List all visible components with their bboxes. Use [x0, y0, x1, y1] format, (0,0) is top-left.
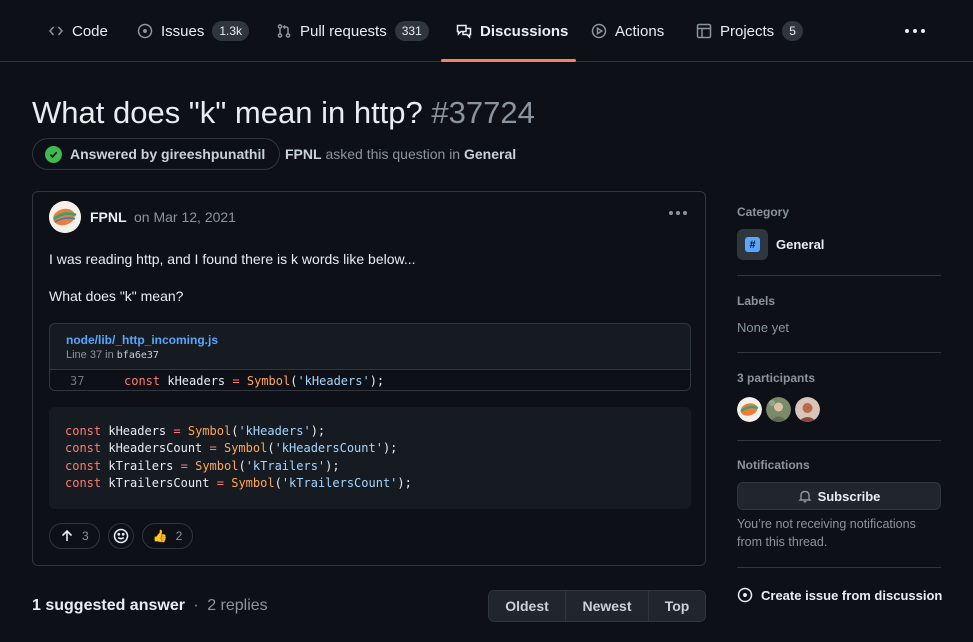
divider	[737, 275, 941, 276]
discussion-post: FPNL on Mar 12, 2021 I was reading http,…	[32, 191, 706, 566]
tab-label: Issues	[161, 22, 205, 40]
code-line: const kHeaders = Symbol('kHeaders');	[65, 424, 326, 438]
participants-heading: 3 participants	[737, 371, 816, 385]
answered-badge[interactable]: Answered by gireeshpunathil	[32, 138, 281, 170]
active-tab-underline	[441, 59, 576, 62]
avatar[interactable]	[766, 397, 791, 422]
participants-list	[737, 397, 820, 422]
tab-discussions[interactable]: Discussions	[456, 0, 568, 62]
suggested-answer-count: 1 suggested answer	[32, 597, 185, 614]
category-name[interactable]: General	[776, 237, 824, 252]
check-circle-icon	[45, 145, 62, 163]
subscribe-label: Subscribe	[817, 488, 881, 504]
asked-line: FPNL asked this question in General	[285, 146, 516, 162]
asker-link[interactable]: FPNL	[285, 146, 322, 162]
pull-requests-count: 331	[394, 21, 429, 41]
create-issue-link[interactable]: Create issue from discussion	[737, 587, 942, 603]
post-paragraph: I was reading http, and I found there is…	[49, 251, 416, 267]
category-link[interactable]: General	[464, 146, 516, 162]
sort-top-button[interactable]: Top	[649, 591, 705, 621]
notifications-heading: Notifications	[737, 458, 810, 472]
reactions-bar: 3 👍 2	[49, 523, 194, 549]
category-emoji-icon: #	[737, 229, 768, 260]
post-date[interactable]: on Mar 12, 2021	[134, 209, 236, 225]
play-icon	[591, 23, 607, 39]
projects-count: 5	[782, 21, 803, 41]
post-author[interactable]: FPNL	[90, 209, 127, 225]
sort-segmented-control: Oldest Newest Top	[488, 590, 706, 622]
snippet-file-link[interactable]: node/lib/_http_incoming.js	[66, 333, 218, 347]
pull-request-icon	[277, 24, 291, 38]
reply-count: 2 replies	[207, 597, 268, 614]
notification-status-text: You’re not receiving notifications from …	[737, 517, 916, 549]
sort-oldest-button[interactable]: Oldest	[489, 591, 566, 621]
code-permalink: node/lib/_http_incoming.js Line 37 in bf…	[49, 323, 691, 391]
code-block: const kHeaders = Symbol('kHeaders'); con…	[49, 407, 691, 509]
sort-newest-button[interactable]: Newest	[566, 591, 649, 621]
table-icon	[696, 23, 712, 39]
kebab-menu-icon[interactable]	[669, 211, 687, 215]
issue-icon	[137, 23, 153, 39]
code-line: const kTrailersCount = Symbol('kTrailers…	[65, 475, 412, 490]
divider	[737, 567, 941, 568]
smiley-icon	[113, 528, 128, 544]
answered-by-label: Answered by gireeshpunathil	[70, 146, 266, 162]
snippet-line-prefix: Line 37 in	[66, 349, 114, 361]
tab-label: Projects	[720, 22, 775, 40]
line-number: 37	[70, 374, 85, 388]
thumbs-up-icon: 👍	[152, 529, 168, 543]
divider	[737, 440, 941, 441]
asked-text: asked this question in	[325, 146, 461, 162]
discussion-icon	[456, 24, 472, 39]
page-title: What does "k" mean in http? #37724	[32, 93, 535, 133]
tab-label: Discussions	[480, 22, 569, 40]
avatar[interactable]	[795, 397, 820, 422]
tab-actions[interactable]: Actions	[591, 0, 664, 62]
issue-opened-icon	[737, 587, 753, 603]
tab-projects[interactable]: Projects 5	[696, 0, 803, 62]
thumbs-up-count: 2	[175, 529, 183, 543]
snippet-code-line: 37 const kHeaders = Symbol('kHeaders');	[50, 369, 690, 390]
answers-summary: 1 suggested answer · 2 replies	[32, 597, 268, 615]
code-line: const kHeadersCount = Symbol('kHeadersCo…	[65, 441, 398, 456]
avatar[interactable]	[737, 397, 762, 422]
thumbs-up-reaction[interactable]: 👍 2	[141, 523, 194, 549]
add-reaction-button[interactable]	[107, 523, 134, 549]
create-issue-label: Create issue from discussion	[761, 587, 943, 603]
snippet-meta: Line 37 in bfa6e37	[66, 349, 159, 361]
divider	[737, 352, 941, 353]
arrow-up-icon	[61, 529, 73, 541]
labels-value: None yet	[737, 320, 790, 335]
repo-tab-nav: Code Issues 1.3k Pull requests 331 Discu…	[0, 0, 973, 62]
labels-heading: Labels	[737, 294, 776, 308]
upvote-count: 3	[82, 529, 89, 543]
subscribe-button[interactable]: Subscribe	[737, 482, 941, 510]
issues-count: 1.3k	[212, 21, 250, 41]
tab-pull-requests[interactable]: Pull requests 331	[276, 0, 429, 62]
tab-issues[interactable]: Issues 1.3k	[137, 0, 250, 62]
bell-icon	[797, 490, 812, 503]
tab-label: Code	[72, 22, 108, 40]
tab-code[interactable]: Code	[48, 0, 108, 62]
upvote-button[interactable]: 3	[49, 523, 100, 549]
tab-label: Actions	[615, 22, 665, 40]
separator: ·	[193, 597, 199, 614]
code-line: const kTrailers = Symbol('kTrailers');	[65, 458, 340, 473]
code-icon	[49, 26, 63, 36]
category-heading: Category	[737, 205, 790, 219]
snippet-commit[interactable]: bfa6e37	[117, 350, 159, 361]
code-line: const kHeaders = Symbol('kHeaders');	[124, 374, 385, 388]
discussion-title: What does "k" mean in http?	[32, 95, 423, 130]
discussion-number: #37724	[431, 95, 535, 130]
avatar[interactable]	[49, 201, 81, 233]
tab-label: Pull requests	[300, 22, 387, 40]
post-paragraph: What does "k" mean?	[49, 288, 184, 304]
more-tabs-icon[interactable]	[905, 24, 929, 38]
